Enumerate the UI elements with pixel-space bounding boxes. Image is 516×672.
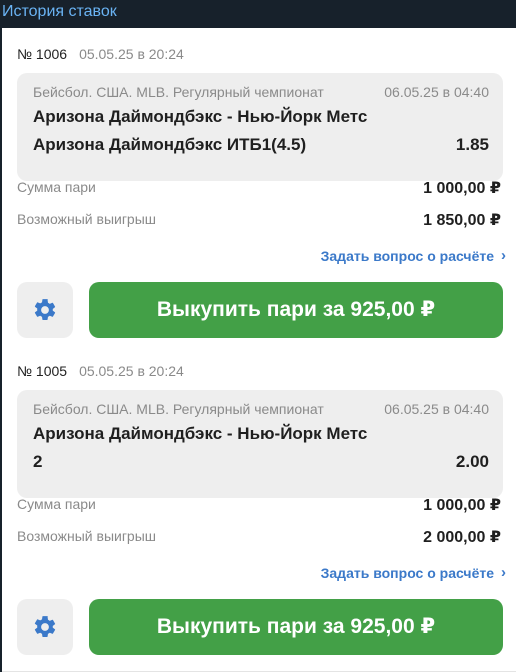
payout-label: Возможный выигрыш	[17, 211, 157, 227]
gear-icon	[34, 616, 56, 637]
bet-date: 05.05.25 в 20:24	[79, 363, 184, 379]
event-box: Бейсбол. США. MLB. Регулярный чемпионат …	[17, 390, 503, 498]
ask-settlement-link[interactable]: Задать вопрос о расчёте	[321, 248, 494, 264]
event-pick: Аризона Даймондбэкс ИТБ1(4.5)	[33, 135, 307, 154]
event-odds: 2.00	[455, 452, 489, 471]
payout-value: 1 850,00 ₽	[423, 212, 501, 229]
stake-label: Сумма пари	[17, 496, 96, 512]
event-league: Бейсбол. США. MLB. Регулярный чемпионат	[33, 84, 324, 100]
chevron-right-icon[interactable]: ›	[501, 247, 506, 264]
buyout-button[interactable]: Выкупить пари за 925,00 ₽	[89, 282, 503, 338]
event-time: 06.05.25 в 04:40	[384, 84, 489, 100]
settings-button[interactable]	[17, 282, 73, 338]
gear-icon	[34, 299, 56, 320]
event-pick: 2	[33, 452, 43, 471]
stake-label: Сумма пари	[17, 179, 96, 195]
stake-value: 1 000,00 ₽	[423, 497, 501, 514]
event-league: Бейсбол. США. MLB. Регулярный чемпионат	[33, 401, 324, 417]
event-match: Аризона Даймондбэкс - Нью-Йорк Метс	[33, 107, 368, 126]
chevron-right-icon[interactable]: ›	[501, 564, 506, 581]
settings-button[interactable]	[17, 599, 73, 655]
ask-settlement-link[interactable]: Задать вопрос о расчёте	[321, 565, 494, 581]
event-time: 06.05.25 в 04:40	[384, 401, 489, 417]
buyout-button[interactable]: Выкупить пари за 925,00 ₽	[89, 599, 503, 655]
payout-label: Возможный выигрыш	[17, 528, 157, 544]
bet-header: № 1005 05.05.25 в 20:24	[17, 363, 184, 379]
event-odds: 1.85	[455, 135, 489, 154]
payout-value: 2 000,00 ₽	[423, 529, 501, 546]
event-match: Аризона Даймондбэкс - Нью-Йорк Метс	[33, 424, 368, 443]
bet-date: 05.05.25 в 20:24	[79, 46, 184, 62]
bet-number: № 1006	[17, 46, 68, 62]
top-bar: История ставок	[0, 0, 516, 28]
bet-header: № 1006 05.05.25 в 20:24	[17, 46, 184, 62]
stake-value: 1 000,00 ₽	[423, 180, 501, 197]
bet-card: № 1005 05.05.25 в 20:24 Бейсбол. США. MLB…	[2, 345, 516, 672]
event-box: Бейсбол. США. MLB. Регулярный чемпионат …	[17, 73, 503, 181]
bet-card: № 1006 05.05.25 в 20:24 Бейсбол. США. MLB…	[2, 28, 516, 348]
bet-number: № 1005	[17, 363, 68, 379]
page-title: История ставок	[2, 3, 117, 20]
